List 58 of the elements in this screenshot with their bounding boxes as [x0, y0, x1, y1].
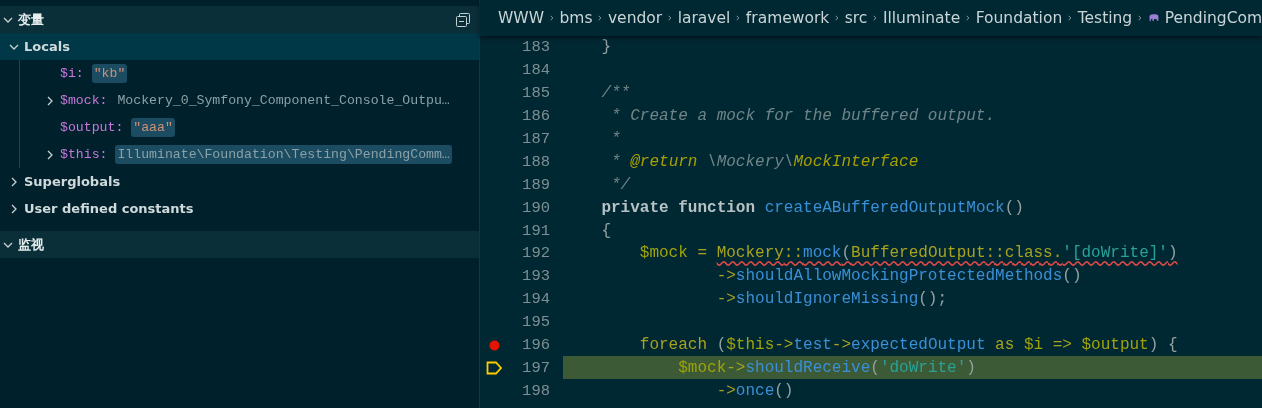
line-number: 196 — [521, 336, 550, 354]
line-number: 191 — [521, 221, 550, 240]
variable-name: $mock: — [60, 93, 108, 108]
breakpoint-icon[interactable] — [488, 339, 500, 351]
line-number: 198 — [521, 381, 550, 400]
variable-value: "aaa" — [131, 118, 175, 137]
watch-title: 监视 — [18, 235, 45, 254]
variable-value: Illuminate\Foundation\Testing\PendingComm… — [115, 145, 452, 164]
breadcrumb-item[interactable]: framework — [745, 9, 830, 27]
line-number: 184 — [521, 61, 550, 80]
variable-value: "kb" — [91, 64, 128, 83]
code-line: /** — [600, 84, 631, 103]
collapse-all-icon[interactable] — [455, 11, 471, 28]
scope-row[interactable]: Superglobals — [0, 168, 479, 195]
line-number: 193 — [521, 267, 550, 286]
code-line: * — [610, 130, 621, 148]
breadcrumb-item[interactable]: WWW — [498, 9, 544, 27]
code-line: ->once() — [715, 381, 794, 400]
code-line: * @return \Mockery\MockInterface — [610, 152, 919, 171]
line-number: 188 — [521, 152, 550, 171]
variable-name: $i: — [60, 66, 84, 81]
watch-header[interactable]: 监视 — [0, 231, 479, 258]
variables-title: 变量 — [18, 10, 45, 29]
code-line: * Create a mock for the buffered output. — [610, 107, 996, 126]
line-number: 195 — [521, 313, 550, 332]
line-number: 197 — [521, 358, 550, 377]
line-number: 185 — [521, 84, 550, 103]
variable-value: Mockery_0_Symfony_Component_Console_Outpu… — [116, 92, 451, 110]
breadcrumb-item[interactable]: Illuminate — [882, 9, 961, 27]
breadcrumb-item[interactable]: laravel — [677, 9, 731, 27]
scope-row[interactable]: Locals — [0, 33, 479, 60]
breadcrumb-item[interactable]: vendor — [607, 9, 663, 27]
code-line: ->shouldIgnoreMissing(); — [715, 290, 948, 309]
line-number: 194 — [521, 290, 550, 309]
line-number: 190 — [521, 198, 550, 217]
breadcrumb-item[interactable]: Testing — [1077, 9, 1133, 27]
line-number: 187 — [521, 130, 550, 148]
breadcrumb-item[interactable]: bms — [559, 9, 593, 27]
variables-header[interactable]: 变量 — [0, 6, 479, 33]
code-line: $mock = Mockery::mock(BufferedOutput::class.'[doWrite]') — [638, 244, 1178, 263]
current-statement-icon — [485, 360, 503, 375]
variable-name: $output: — [60, 120, 124, 135]
breadcrumb-item[interactable]: PendingCom — [1164, 9, 1262, 27]
line-number: 189 — [521, 175, 550, 194]
line-number: 192 — [521, 244, 550, 263]
code-line: ->shouldAllowMockingProtectedMethods() — [715, 267, 1082, 286]
variable-name: $this: — [60, 147, 108, 162]
scope-row[interactable]: User defined constants — [0, 195, 479, 222]
breadcrumb-item[interactable]: Foundation — [975, 9, 1063, 27]
breadcrumb-item[interactable]: src — [844, 9, 868, 27]
code-line: } — [600, 38, 611, 57]
code-line: foreach ($this->test->expectedOutput as $i => $output) { — [638, 336, 1178, 354]
code-line: */ — [610, 175, 631, 194]
code-line: private function createABufferedOutputMock() — [600, 198, 1024, 217]
line-number: 183 — [521, 38, 550, 57]
code-line: { — [600, 221, 611, 240]
code-line: $mock->shouldReceive('doWrite') — [677, 358, 976, 377]
line-number: 186 — [521, 107, 550, 126]
